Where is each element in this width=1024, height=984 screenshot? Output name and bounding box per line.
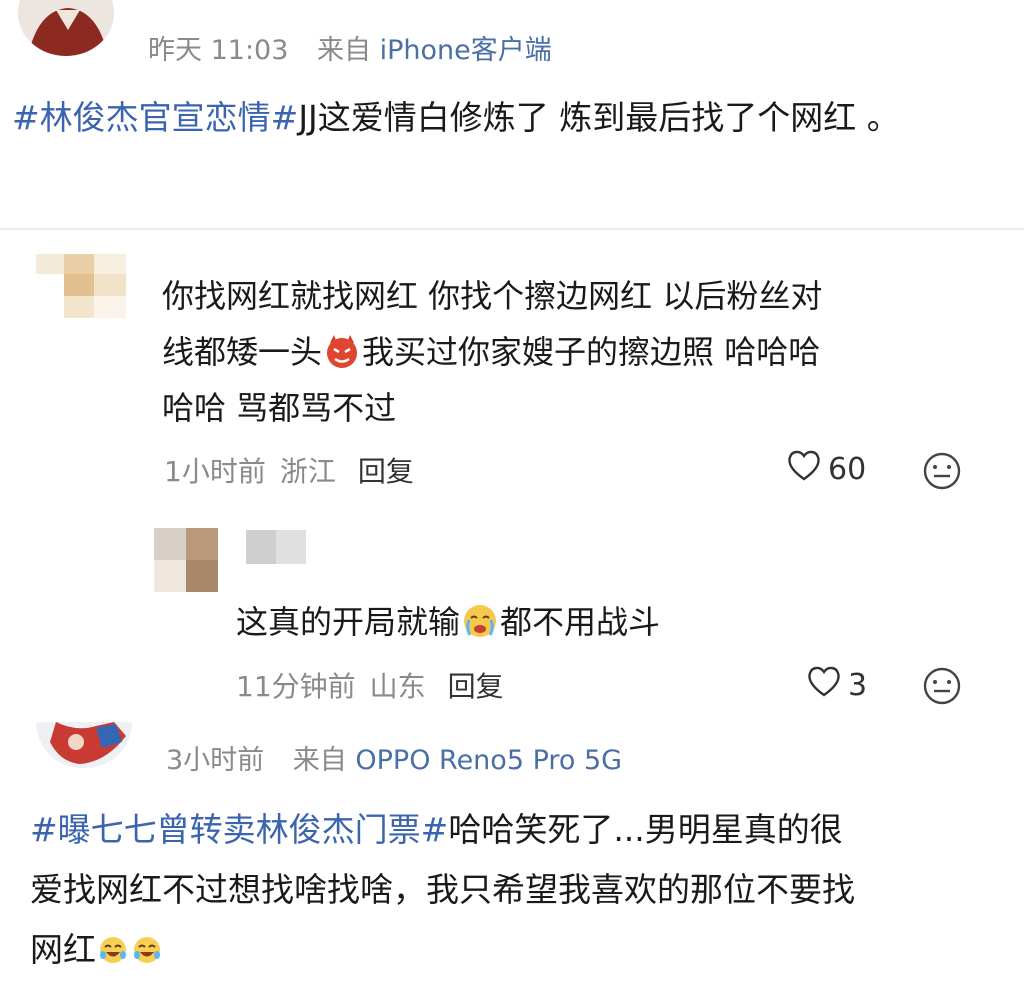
comment1-like-button[interactable]: 60	[786, 448, 866, 490]
post2-line1: #曝七七曾转卖林俊杰门票#哈哈笑死了...男明星真的很	[30, 800, 1010, 860]
post2-text-line3: 网红	[30, 930, 96, 969]
comment1-time: 1小时前	[164, 455, 266, 488]
comment2-reply-button[interactable]: 回复	[448, 670, 504, 703]
comment1-reply-button[interactable]: 回复	[358, 455, 414, 488]
comment1-text: 你找网红就找网红 你找个擦边网红 以后粉丝对 线都矮一头 我买过你家嫂子的擦边照 …	[162, 268, 1002, 436]
comment1-like-count: 60	[828, 451, 867, 487]
post1-source-prefix: 来自	[317, 35, 371, 66]
comment2-location: 山东	[369, 670, 426, 703]
devil-emoji-icon	[324, 330, 360, 368]
post2-client[interactable]: OPPO Reno5 Pro 5G	[355, 745, 622, 776]
comment2-more-icon[interactable]	[922, 666, 962, 710]
laughing-tears-emoji-icon	[98, 924, 128, 963]
comment2-avatar[interactable]	[154, 528, 218, 592]
heart-icon	[806, 664, 842, 706]
crying-face-emoji-icon	[462, 600, 498, 637]
comment1-line1: 你找网红就找网红 你找个擦边网红 以后粉丝对	[162, 277, 823, 315]
laughing-tears-emoji-icon	[132, 924, 162, 963]
comment2-text-b: 都不用战斗	[500, 603, 661, 641]
comment2-like-button[interactable]: 3	[806, 664, 867, 706]
comment1-line2a: 线都矮一头	[162, 333, 323, 371]
comment1-line3: 哈哈 骂都骂不过	[162, 389, 397, 427]
comment2-like-count: 3	[848, 667, 868, 703]
post2-avatar[interactable]	[36, 722, 132, 768]
comment1-meta: 1小时前 浙江 回复	[164, 450, 414, 490]
post2-text-line2: 爱找网红不过想找啥找啥，我只希望我喜欢的那位不要找	[30, 870, 855, 909]
post2-hashtag[interactable]: #曝七七曾转卖林俊杰门票#	[30, 810, 448, 849]
post2-meta: 3小时前 来自 OPPO Reno5 Pro 5G	[166, 738, 622, 777]
post1-body: #林俊杰官宣恋情#JJ这爱情白修炼了 炼到最后找了个网红 。	[12, 96, 1012, 140]
comment1-line2b: 我买过你家嫂子的擦边照 哈哈哈	[362, 333, 821, 371]
heart-icon	[786, 448, 822, 490]
comment2-text: 这真的开局就输 都不用战斗	[236, 594, 996, 650]
post2-text-line1: 哈哈笑死了...男明星真的很	[448, 810, 843, 849]
post1-avatar[interactable]	[18, 0, 114, 56]
comment2-time: 11分钟前	[236, 670, 356, 703]
post2-source-prefix: 来自	[292, 745, 347, 776]
post1-hashtag[interactable]: #林俊杰官宣恋情#	[12, 98, 298, 137]
post1-client[interactable]: iPhone客户端	[380, 35, 552, 66]
comment2-username-blurred[interactable]	[246, 530, 306, 564]
comment1-more-icon[interactable]	[922, 451, 962, 495]
post1-meta: 昨天 11:03 来自 iPhone客户端	[148, 28, 552, 67]
comment1-avatar[interactable]	[36, 254, 126, 318]
section-divider	[0, 228, 1024, 230]
comment1-line2: 线都矮一头 我买过你家嫂子的擦边照 哈哈哈	[162, 324, 1002, 380]
post2-line3: 网红	[30, 920, 1010, 980]
comment2-text-a: 这真的开局就输	[236, 603, 461, 641]
comment1-location: 浙江	[279, 455, 336, 488]
post2-body: #曝七七曾转卖林俊杰门票#哈哈笑死了...男明星真的很 爱找网红不过想找啥找啥，…	[30, 800, 1010, 980]
post1-text: JJ这爱情白修炼了 炼到最后找了个网红 。	[298, 98, 900, 137]
comment2-meta: 11分钟前 山东 回复	[236, 665, 504, 705]
post1-time: 昨天 11:03	[148, 35, 289, 66]
post2-time: 3小时前	[166, 745, 265, 776]
